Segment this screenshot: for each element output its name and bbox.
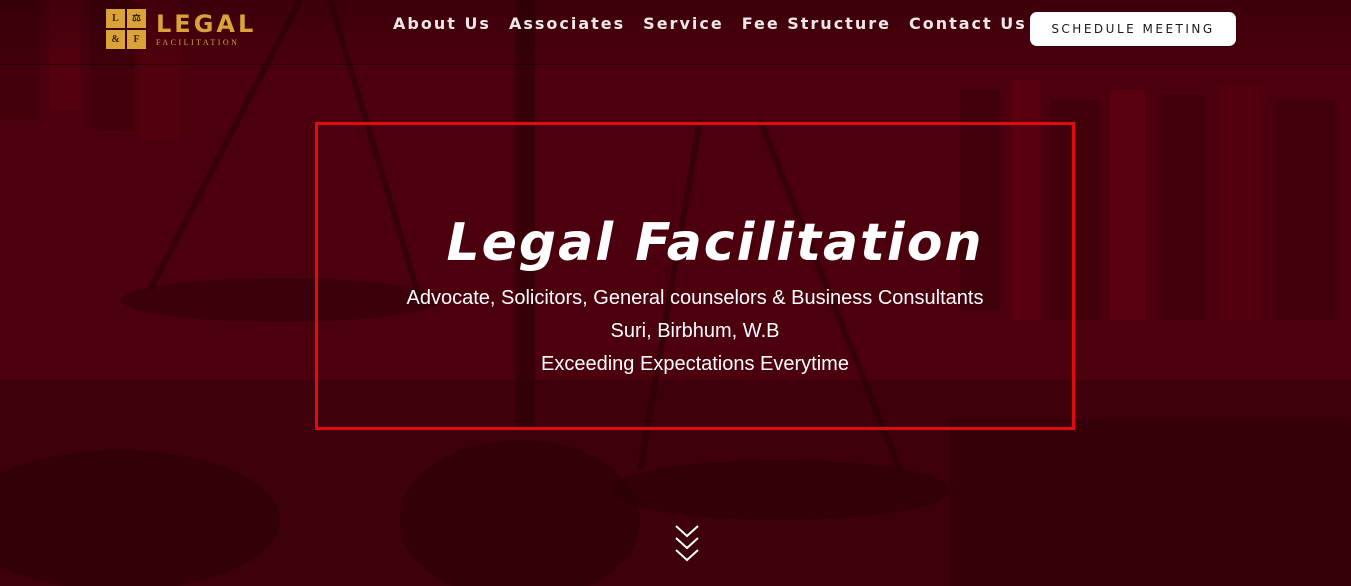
logo-letter: F <box>127 30 146 49</box>
nav-about-us[interactable]: About Us <box>393 14 491 33</box>
hero-content-box: Legal Facilitation Advocate, Solicitors,… <box>315 122 1075 430</box>
hero-title: Legal Facilitation <box>446 213 984 273</box>
logo-letter: L <box>106 9 125 28</box>
schedule-meeting-button[interactable]: SCHEDULE MEETING <box>1030 12 1236 46</box>
nav-fee-structure[interactable]: Fee Structure <box>742 14 891 33</box>
main-nav: About Us Associates Service Fee Structur… <box>393 14 1027 33</box>
hero-location: Suri, Birbhum, W.B <box>610 320 780 342</box>
logo-mark-icon: L ⚖ & F <box>106 9 146 49</box>
logo-letter: & <box>106 30 125 49</box>
chevron-double-down-icon[interactable] <box>674 522 700 566</box>
logo-title: LEGAL <box>156 9 257 38</box>
nav-associates[interactable]: Associates <box>509 14 625 33</box>
nav-service[interactable]: Service <box>643 14 724 33</box>
logo-subtitle: FACILITATION <box>156 37 240 47</box>
brand-logo[interactable]: L ⚖ & F LEGAL FACILITATION <box>106 9 256 49</box>
logo-letter: ⚖ <box>127 9 146 28</box>
hero-slogan: Exceeding Expectations Everytime <box>541 353 849 375</box>
site-header: L ⚖ & F LEGAL FACILITATION About Us Asso… <box>0 0 1351 65</box>
nav-contact-us[interactable]: Contact Us <box>909 14 1027 33</box>
logo-text: LEGAL FACILITATION <box>156 12 256 47</box>
hero-section: L ⚖ & F LEGAL FACILITATION About Us Asso… <box>0 0 1351 586</box>
hero-tagline: Advocate, Solicitors, General counselors… <box>406 287 984 309</box>
